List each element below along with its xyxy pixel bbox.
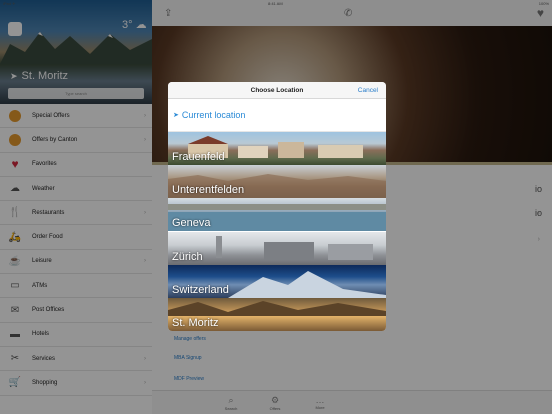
location-arrow-icon: ➤: [173, 112, 179, 119]
location-label: St. Moritz: [172, 317, 219, 329]
location-option-geneva[interactable]: Geneva: [168, 198, 386, 232]
clock: 8:41 AM: [268, 1, 283, 6]
current-location-label: Current location: [181, 110, 246, 120]
location-label: Zürich: [172, 251, 203, 264]
battery-label: 100%: [538, 1, 549, 6]
modal-header: Choose Location Cancel: [168, 82, 386, 99]
current-location-button[interactable]: ➤ Current location: [168, 99, 386, 132]
location-label: Unterentfelden: [172, 184, 245, 197]
location-label: Geneva: [172, 217, 211, 230]
location-label: Frauenfeld: [172, 151, 225, 164]
location-option-zurich[interactable]: Zürich: [168, 232, 386, 266]
carrier-label: iPad ✈: [3, 1, 16, 6]
status-bar: iPad ✈ 8:41 AM 100%: [0, 0, 552, 7]
choose-location-modal: Choose Location Cancel ➤ Current locatio…: [168, 82, 386, 331]
cancel-button[interactable]: Cancel: [358, 82, 378, 99]
modal-title: Choose Location: [250, 87, 304, 94]
location-option-frauenfeld[interactable]: Frauenfeld: [168, 132, 386, 166]
location-option-switzerland[interactable]: Switzerland: [168, 265, 386, 299]
location-option-st-moritz[interactable]: St. Moritz: [168, 298, 386, 331]
location-option-unterentfelden[interactable]: Unterentfelden: [168, 165, 386, 199]
location-label: Switzerland: [172, 284, 229, 297]
